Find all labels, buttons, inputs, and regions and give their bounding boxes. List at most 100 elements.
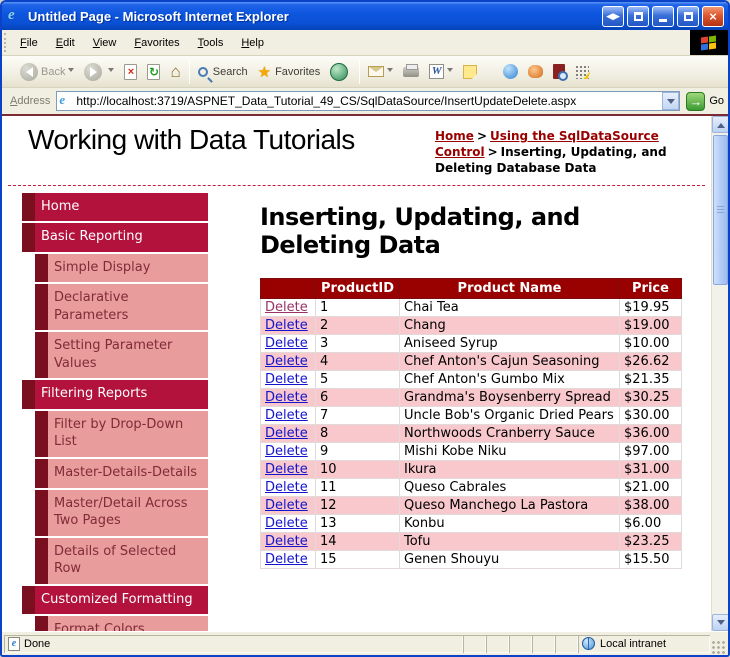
product-name-cell: Mishi Kobe Niku [399,442,620,462]
mail-button[interactable] [363,64,398,79]
discuss-button[interactable] [458,63,482,81]
mail-icon [368,66,385,77]
sidebar-item[interactable]: Filter by Drop-Down List [35,410,208,458]
delete-link[interactable]: Delete [265,498,308,513]
delete-link[interactable]: Delete [265,408,308,423]
sidebar-item-strip [35,332,48,379]
back-button[interactable]: Back [15,61,79,83]
status-text: Done [24,637,51,650]
delete-link[interactable]: Delete [265,444,308,459]
minimize-button[interactable] [652,5,674,27]
word-dropdown-icon[interactable] [447,68,454,75]
scroll-up-button[interactable] [712,116,728,133]
sidebar-item-label: Filter by Drop-Down List [48,410,208,458]
history-button[interactable] [325,61,356,83]
maximize-button[interactable] [677,5,699,27]
sidebar-item-strip [35,616,48,631]
back-icon [20,62,38,81]
menu-item[interactable]: File [11,34,47,52]
messenger-button[interactable] [498,62,523,81]
delete-link[interactable]: Delete [265,516,308,531]
menu-item[interactable]: Tools [189,34,233,52]
delete-link[interactable]: Delete [265,318,308,333]
forward-dropdown-icon[interactable] [108,68,115,75]
sidebar-item-label: Customized Formatting [35,585,208,615]
delete-link[interactable]: Delete [265,462,308,477]
delete-link[interactable]: Delete [265,390,308,405]
sidebar-item[interactable]: Setting Parameter Values [35,332,208,379]
address-label: Address [10,95,51,107]
back-dropdown-icon[interactable] [68,68,75,75]
sidebar-item[interactable]: Basic Reporting [22,223,208,252]
product-name-cell: Chang [399,316,620,336]
menu-item[interactable]: Favorites [125,34,188,52]
sidebar-item[interactable]: Format Colors [35,616,208,631]
addon-button[interactable] [523,63,548,80]
home-button[interactable]: ⌂ [165,63,185,81]
delete-link[interactable]: Delete [265,534,308,549]
page-title: Inserting, Updating, and Deleting Data [260,202,580,260]
column-header: Price [619,278,682,300]
breadcrumb-link[interactable]: Home [435,129,474,143]
price-cell: $30.25 [619,388,682,408]
sidebar-item[interactable]: Details of Selected Row [35,537,208,584]
sidebar-item[interactable]: Home [22,192,208,222]
table-row: Delete 11 Queso Cabrales $21.00 [260,478,682,498]
product-name-cell: Chai Tea [399,298,620,318]
scroll-down-button[interactable] [712,614,728,631]
search-button[interactable]: Search [193,64,253,80]
menu-item[interactable]: Edit [47,34,84,52]
undock-icon [633,11,643,21]
note-icon [463,64,478,79]
delete-link[interactable]: Delete [265,426,308,441]
delete-link[interactable]: Delete [265,372,308,387]
word-icon: W [429,64,445,79]
scrollbar-thumb[interactable] [713,135,728,285]
sidebar-item[interactable]: Master-Details-Details [35,459,208,488]
refresh-button[interactable]: ↻ [142,62,165,82]
snippet-tool-button[interactable] [570,63,594,81]
menu-item[interactable]: View [84,34,126,52]
product-id-cell: 10 [315,460,400,480]
vertical-scrollbar[interactable] [711,116,728,631]
product-id-cell: 15 [315,550,400,570]
address-dropdown-button[interactable] [662,92,680,110]
mail-dropdown-icon[interactable] [387,68,394,75]
table-row: Delete 9 Mishi Kobe Niku $97.00 [260,442,682,462]
sidebar-item[interactable]: Declarative Parameters [35,284,208,331]
delete-link[interactable]: Delete [265,480,308,495]
research-button[interactable] [548,62,570,81]
sidebar-item[interactable]: Master/Detail Across Two Pages [35,489,208,536]
delete-link[interactable]: Delete [265,354,308,369]
menu-item[interactable]: Help [232,34,273,52]
toolbar-grip[interactable] [4,33,9,52]
undock-button[interactable] [627,5,649,27]
search-label: Search [212,65,248,78]
nav-arrows-button[interactable]: ◀▶ [602,5,624,27]
delete-link[interactable]: Delete [265,300,308,315]
sidebar-item-label: Setting Parameter Values [48,332,208,379]
windows-logo-icon [690,30,728,55]
product-name-cell: Queso Cabrales [399,478,620,498]
address-input[interactable] [76,94,663,108]
product-name-cell: Ikura [399,460,620,480]
product-id-cell: 1 [315,298,400,318]
sidebar-item[interactable]: Customized Formatting [22,585,208,615]
product-id-cell: 4 [315,352,400,372]
go-button[interactable]: → Go [686,91,724,111]
delete-link[interactable]: Delete [265,336,308,351]
delete-link[interactable]: Delete [265,552,308,567]
address-box: e [56,91,681,111]
print-button[interactable] [398,63,424,79]
go-arrow-icon: → [686,91,706,111]
resize-grip[interactable] [712,641,726,655]
edit-with-word-button[interactable]: W [424,62,458,81]
forward-button[interactable] [79,61,119,83]
stop-button[interactable]: × [119,62,142,82]
close-button[interactable]: × [702,5,724,27]
sidebar-item-label: Declarative Parameters [48,284,208,331]
sidebar-item-strip [35,284,48,331]
sidebar-item[interactable]: Filtering Reports [22,380,208,409]
favorites-button[interactable]: ★ Favorites [253,61,326,83]
sidebar-item[interactable]: Simple Display [35,253,208,283]
